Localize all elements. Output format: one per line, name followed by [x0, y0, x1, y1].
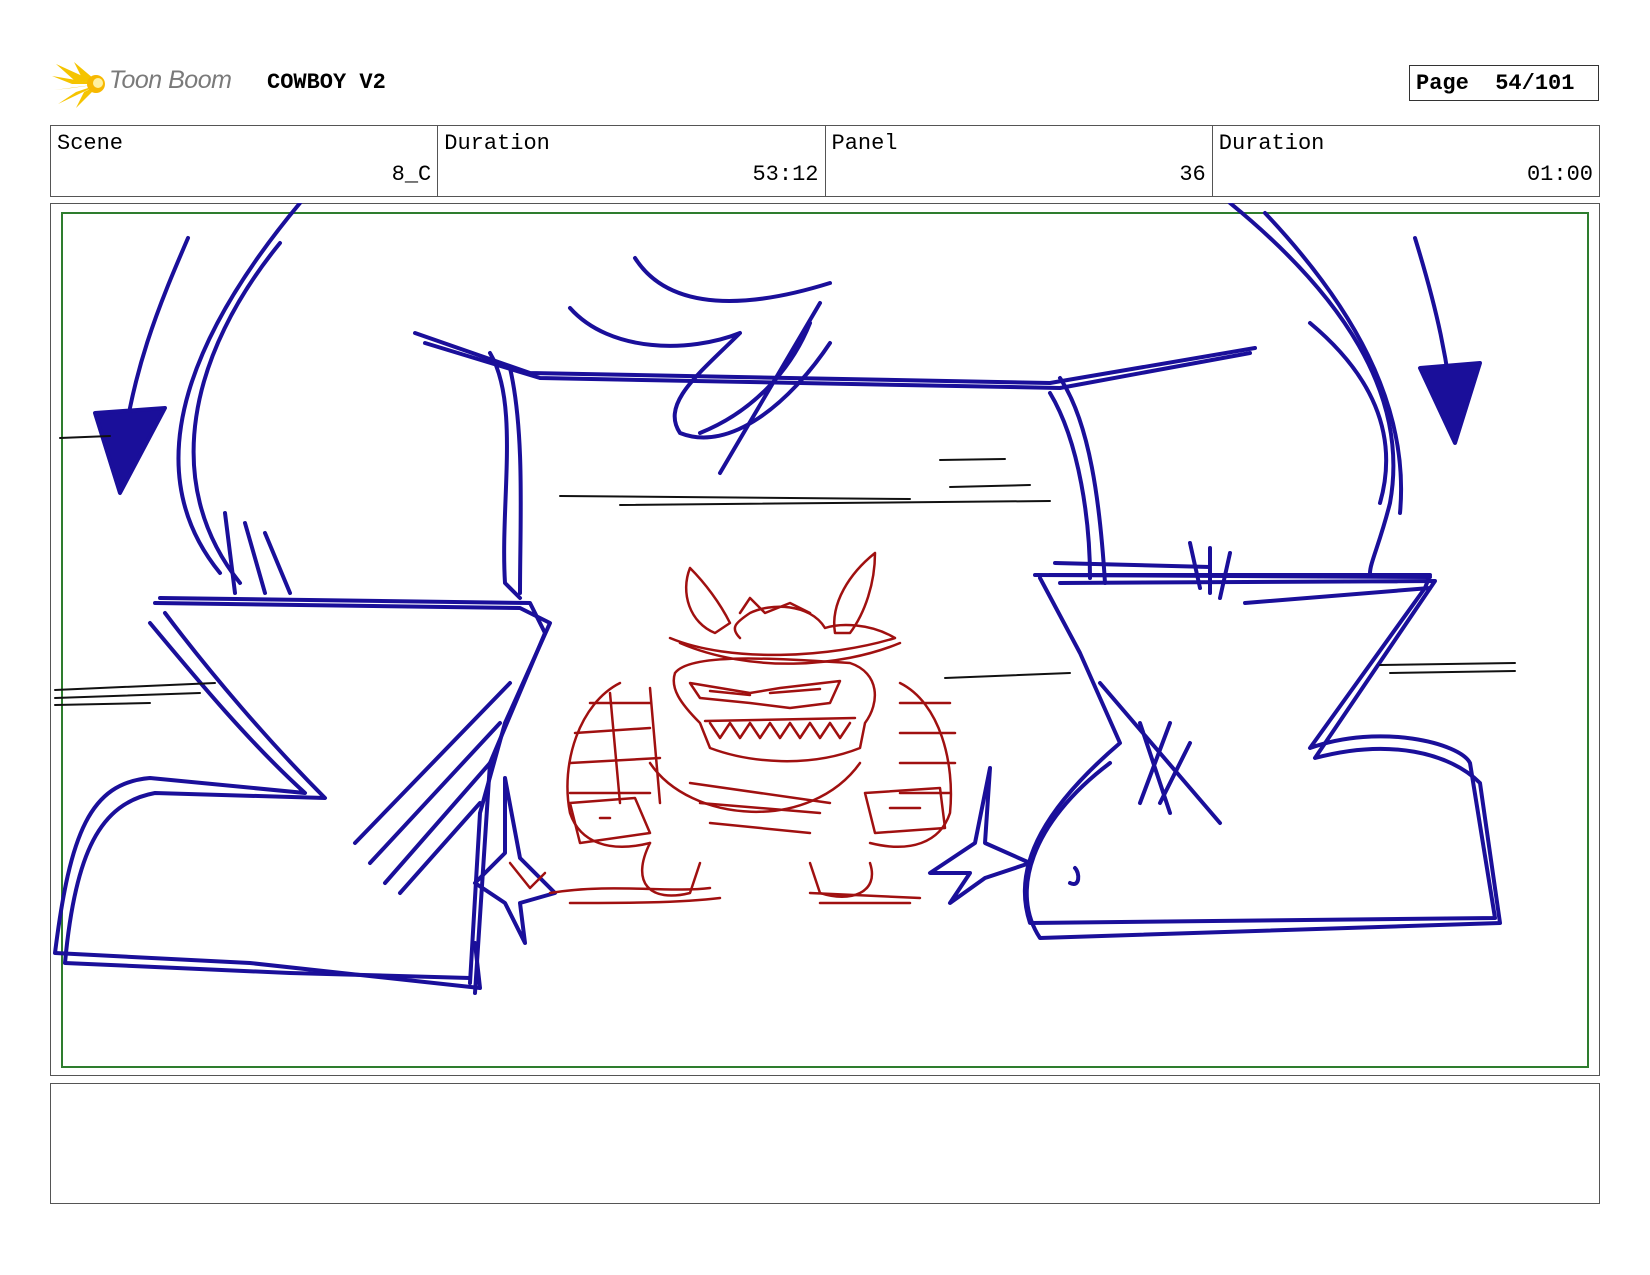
- character-sketch: [508, 551, 957, 905]
- logo-text: Toon Boom: [109, 66, 232, 94]
- panel-cell: Panel 36: [826, 126, 1213, 196]
- page-label: Page: [1416, 70, 1469, 96]
- scene-duration-cell: Duration 53:12: [438, 126, 826, 196]
- panel-duration-label: Duration: [1218, 131, 1325, 156]
- scene-duration-label: Duration: [444, 131, 550, 156]
- starburst-logo-icon: [52, 62, 105, 108]
- panel-sketch: [53, 203, 1516, 995]
- page-value: 54/101: [1495, 70, 1575, 96]
- down-arrow-left-head: [93, 406, 167, 495]
- scene-value: 8_C: [391, 162, 432, 187]
- panel-info-row: Scene 8_C Duration 53:12 Panel 36 Durati…: [50, 125, 1600, 197]
- page-indicator: Page 54/101: [1409, 65, 1599, 101]
- panel-duration-cell: Duration 01:00: [1213, 126, 1599, 196]
- blue-arrow-strokes: [53, 203, 1502, 995]
- panel-label: Panel: [831, 131, 898, 156]
- scene-duration-value: 53:12: [752, 162, 819, 187]
- project-title: COWBOY V2: [267, 70, 386, 95]
- down-arrow-right-head: [1418, 361, 1482, 445]
- panel-duration-value: 01:00: [1526, 162, 1593, 187]
- scene-cell: Scene 8_C: [51, 126, 439, 196]
- scene-label: Scene: [57, 131, 124, 156]
- panel-value: 36: [1179, 162, 1206, 187]
- panel-notes-box[interactable]: [50, 1083, 1600, 1204]
- toon-boom-logo: Toon Boom: [52, 58, 252, 110]
